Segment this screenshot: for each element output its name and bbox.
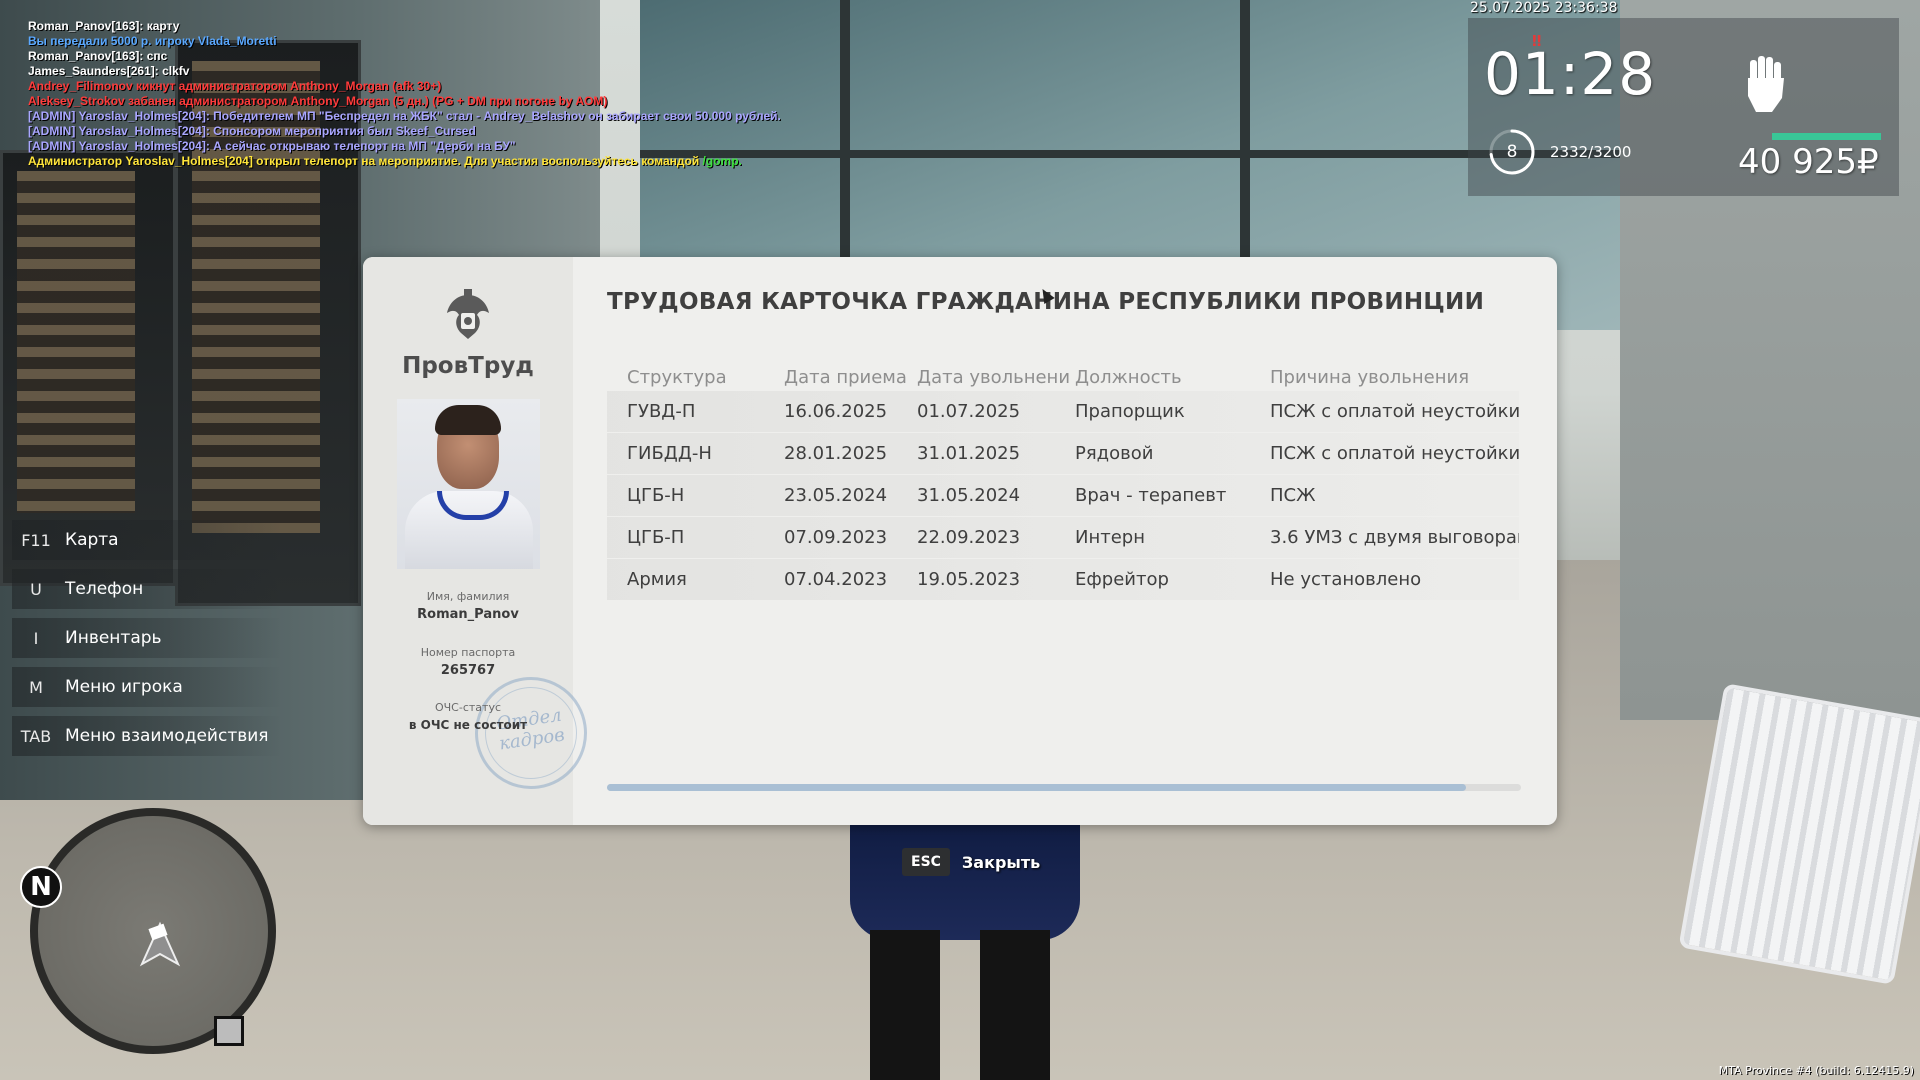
chat-line: [ADMIN] Yaroslav_Holmes[204]: А сейчас о…: [28, 139, 516, 153]
build-version: MTA Province #4 (build: 6.12415.9): [1718, 1064, 1914, 1077]
cell-dismiss-date: 31.05.2024: [917, 485, 1021, 506]
hotkey-key: I: [33, 628, 39, 648]
cell-hire-date: 28.01.2025: [784, 443, 888, 464]
fist-icon: [1742, 54, 1790, 118]
hotkey-key: M: [29, 677, 43, 697]
hotkey-key: U: [30, 579, 42, 599]
column-header: Дата приема: [784, 366, 907, 388]
cell-position: Прапорщик: [1075, 401, 1185, 422]
hotkey-map[interactable]: F11 Карта: [12, 520, 282, 560]
chat-line: Администратор Yaroslav_Holmes[204] откры…: [28, 154, 742, 168]
table-row: ЦГБ-П 07.09.2023 22.09.2023 Интерн 3.6 У…: [607, 517, 1519, 558]
map-waypoint-icon: [214, 1016, 244, 1046]
chat-line: Roman_Panov[163]: карту: [28, 19, 180, 33]
compass-north-icon: N: [20, 866, 62, 908]
coat-of-arms-icon: [443, 289, 493, 343]
hud-datetime: 25.07.2025 23:36:38: [1470, 0, 1618, 16]
scrollbar-thumb[interactable]: [607, 784, 1467, 791]
player-character: [830, 800, 1100, 1080]
cell-structure: ГУВД-П: [627, 401, 696, 422]
chat-line: [ADMIN] Yaroslav_Holmes[204]: Победителе…: [28, 109, 781, 123]
column-header: Дата увольнени: [917, 366, 1071, 388]
cell-reason: ПСЖ: [1270, 485, 1316, 506]
cell-position: Ефрейтор: [1075, 569, 1169, 590]
chat-log: Roman_Panov[163]: карту Вы передали 5000 …: [28, 19, 781, 169]
ochs-status: в ОЧС не состоит: [408, 718, 528, 732]
cell-dismiss-date: 01.07.2025: [917, 401, 1021, 422]
cell-structure: ГИБДД-Н: [627, 443, 712, 464]
cell-hire-date: 16.06.2025: [784, 401, 888, 422]
hotkey-inventory[interactable]: I Инвентарь: [12, 618, 282, 658]
org-name: ПровТруд: [402, 353, 534, 379]
hotkey-label: Карта: [65, 530, 119, 550]
column-header: Структура: [627, 366, 727, 388]
close-button[interactable]: ESC Закрыть: [902, 848, 1040, 876]
table-row: ГУВД-П 16.06.2025 01.07.2025 Прапорщик П…: [607, 391, 1519, 432]
hotkey-label: Инвентарь: [65, 628, 162, 648]
hotkey-player-menu[interactable]: M Меню игрока: [12, 667, 282, 707]
player-marker-icon: [138, 920, 182, 979]
card-sidebar: ПровТруд Имя, фамилия Roman_Panov Номер …: [363, 257, 595, 825]
cell-reason: 3.6 УМЗ с двумя выговорами: [1270, 527, 1519, 548]
cell-hire-date: 07.09.2023: [784, 527, 888, 548]
passport-number: 265767: [440, 663, 496, 678]
table-row: ЦГБ-Н 23.05.2024 31.05.2024 Врач - терап…: [607, 475, 1519, 516]
chat-line: Aleksey_Strokov забанен администратором …: [28, 94, 608, 108]
column-header: Причина увольнения: [1270, 366, 1470, 388]
citizen-photo: [397, 399, 540, 569]
cell-dismiss-date: 19.05.2023: [917, 569, 1021, 590]
level-number: 8: [1506, 142, 1518, 162]
hotkey-label: Меню игрока: [65, 677, 183, 697]
citizen-name: Roman_Panov: [417, 607, 519, 622]
esc-key: ESC: [902, 848, 950, 876]
cell-reason: ПСЖ с оплатой неустойки: [1270, 401, 1519, 422]
cell-reason: ПСЖ с оплатой неустойки: [1270, 443, 1519, 464]
cell-structure: ЦГБ-П: [627, 527, 685, 548]
cell-reason: Не установлено: [1270, 569, 1422, 590]
table-row: Армия 07.04.2023 19.05.2023 Ефрейтор Не …: [607, 559, 1519, 600]
table-row: ГИБДД-Н 28.01.2025 31.01.2025 Рядовой ПС…: [607, 433, 1519, 474]
chat-line: Roman_Panov[163]: спс: [28, 49, 168, 63]
chat-line: Вы передали 5000 р. игроку Vlada_Moretti: [28, 34, 277, 48]
hotkey-key: TAB: [20, 726, 52, 746]
hotkey-phone[interactable]: U Телефон: [12, 569, 282, 609]
cell-position: Интерн: [1075, 527, 1145, 548]
cell-hire-date: 07.04.2023: [784, 569, 888, 590]
name-label: Имя, фамилия: [426, 590, 510, 603]
cell-position: Врач - терапевт: [1075, 485, 1227, 506]
table-header: Структура Дата приема Дата увольнени Дол…: [607, 363, 1519, 391]
hud-clock: 01:28: [1484, 40, 1657, 108]
hotkey-label: Телефон: [65, 579, 144, 599]
health-bar: [1772, 133, 1881, 140]
employment-table: Структура Дата приема Дата увольнени Дол…: [607, 363, 1519, 601]
hotkey-label: Меню взаимодействия: [65, 726, 269, 746]
column-header: Должность: [1075, 366, 1182, 388]
hotkey-interaction-menu[interactable]: TAB Меню взаимодействия: [12, 716, 282, 756]
cell-hire-date: 23.05.2024: [784, 485, 888, 506]
cell-dismiss-date: 31.01.2025: [917, 443, 1021, 464]
chat-line: [ADMIN] Yaroslav_Holmes[204]: Спонсором …: [28, 124, 476, 138]
cell-position: Рядовой: [1075, 443, 1154, 464]
passport-label: Номер паспорта: [420, 646, 516, 659]
cell-structure: ЦГБ-Н: [627, 485, 685, 506]
hr-stamp: Отдел кадров: [467, 669, 595, 797]
cell-structure: Армия: [627, 569, 687, 590]
cell-dismiss-date: 22.09.2023: [917, 527, 1021, 548]
ochs-label: ОЧС-статус: [434, 701, 501, 714]
hotkey-list: F11 Карта U Телефон I Инвентарь M Меню и…: [12, 520, 282, 765]
xp-counter: 2332/3200: [1550, 143, 1632, 161]
employment-card-modal: ПровТруд Имя, фамилия Roman_Panov Номер …: [363, 257, 1557, 825]
chat-line: Andrey_Filimonov кикнут администратором …: [28, 79, 442, 93]
chat-line: James_Saunders[261]: сlkfv: [28, 64, 190, 78]
money-balance: 40 925₽: [1738, 142, 1879, 182]
close-label: Закрыть: [961, 852, 1041, 872]
horizontal-scrollbar[interactable]: [607, 784, 1521, 791]
hotkey-key: F11: [21, 530, 51, 550]
